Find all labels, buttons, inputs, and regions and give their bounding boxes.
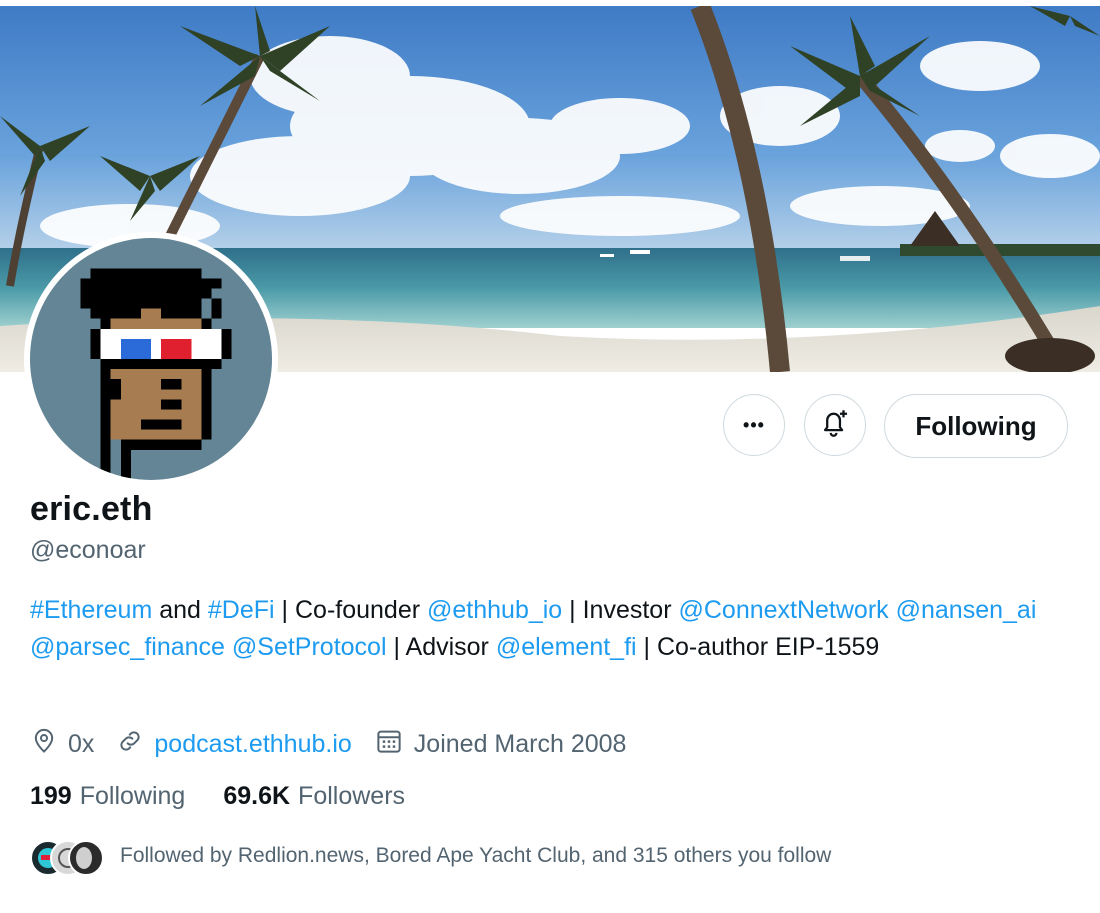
- profile-avatar[interactable]: [24, 232, 278, 486]
- follower-avatar: [68, 840, 104, 876]
- mention-link[interactable]: @nansen_ai: [896, 596, 1037, 624]
- followers-count: 69.6K: [223, 782, 291, 810]
- followers-label: Followers: [298, 782, 406, 810]
- location-pin-icon: [30, 727, 68, 762]
- bio-text: and: [152, 596, 208, 624]
- followers-stat[interactable]: 69.6K Followers: [223, 782, 405, 811]
- location-item: 0x: [30, 727, 94, 762]
- display-name: eric.eth: [30, 490, 153, 528]
- calendar-icon: [374, 726, 414, 763]
- mention-link[interactable]: @element_fi: [496, 633, 637, 661]
- followed-by-text: Followed by Redlion.news, Bored Ape Yach…: [120, 844, 832, 867]
- follow-stats: 199 Following 69.6K Followers: [30, 782, 443, 811]
- mention-link[interactable]: @SetProtocol: [232, 633, 387, 661]
- user-handle: @econoar: [30, 536, 146, 564]
- bio-text: | Advisor: [386, 633, 496, 661]
- bio-text: | Co-author EIP-1559: [636, 633, 880, 661]
- website-link[interactable]: podcast.ethhub.io: [154, 730, 351, 759]
- following-count: 199: [30, 782, 72, 810]
- hashtag-link[interactable]: #Ethereum: [30, 596, 152, 624]
- following-label: Following: [79, 782, 186, 810]
- location-text: 0x: [68, 729, 95, 758]
- more-options-button[interactable]: •••: [723, 394, 785, 456]
- joined-date: Joined March 2008: [413, 729, 627, 758]
- bell-plus-icon: [818, 406, 852, 445]
- more-dots-icon: •••: [743, 414, 765, 435]
- followed-by-avatars: [30, 836, 106, 876]
- website-item[interactable]: podcast.ethhub.io: [116, 727, 352, 762]
- notifications-button[interactable]: [804, 394, 866, 456]
- bio-text: [225, 633, 232, 661]
- profile-meta: 0x podcast.ethhub.io Joined March 2008: [30, 724, 648, 764]
- joined-item: Joined March 2008: [374, 726, 627, 763]
- mention-link[interactable]: @parsec_finance: [30, 633, 225, 661]
- bio-text: | Co-founder: [274, 596, 427, 624]
- following-button[interactable]: Following: [884, 394, 1068, 458]
- bio-text: | Investor: [562, 596, 679, 624]
- followed-by[interactable]: Followed by Redlion.news, Bored Ape Yach…: [30, 836, 831, 876]
- hashtag-link[interactable]: #DeFi: [208, 596, 275, 624]
- mention-link[interactable]: @ConnextNetwork: [678, 596, 888, 624]
- mention-link[interactable]: @ethhub_io: [427, 596, 562, 624]
- link-icon: [116, 727, 154, 762]
- profile-bio: #Ethereum and #DeFi | Co-founder @ethhub…: [30, 592, 1060, 666]
- following-button-label: Following: [915, 410, 1037, 441]
- bio-text: [889, 596, 896, 624]
- following-stat[interactable]: 199 Following: [30, 782, 185, 811]
